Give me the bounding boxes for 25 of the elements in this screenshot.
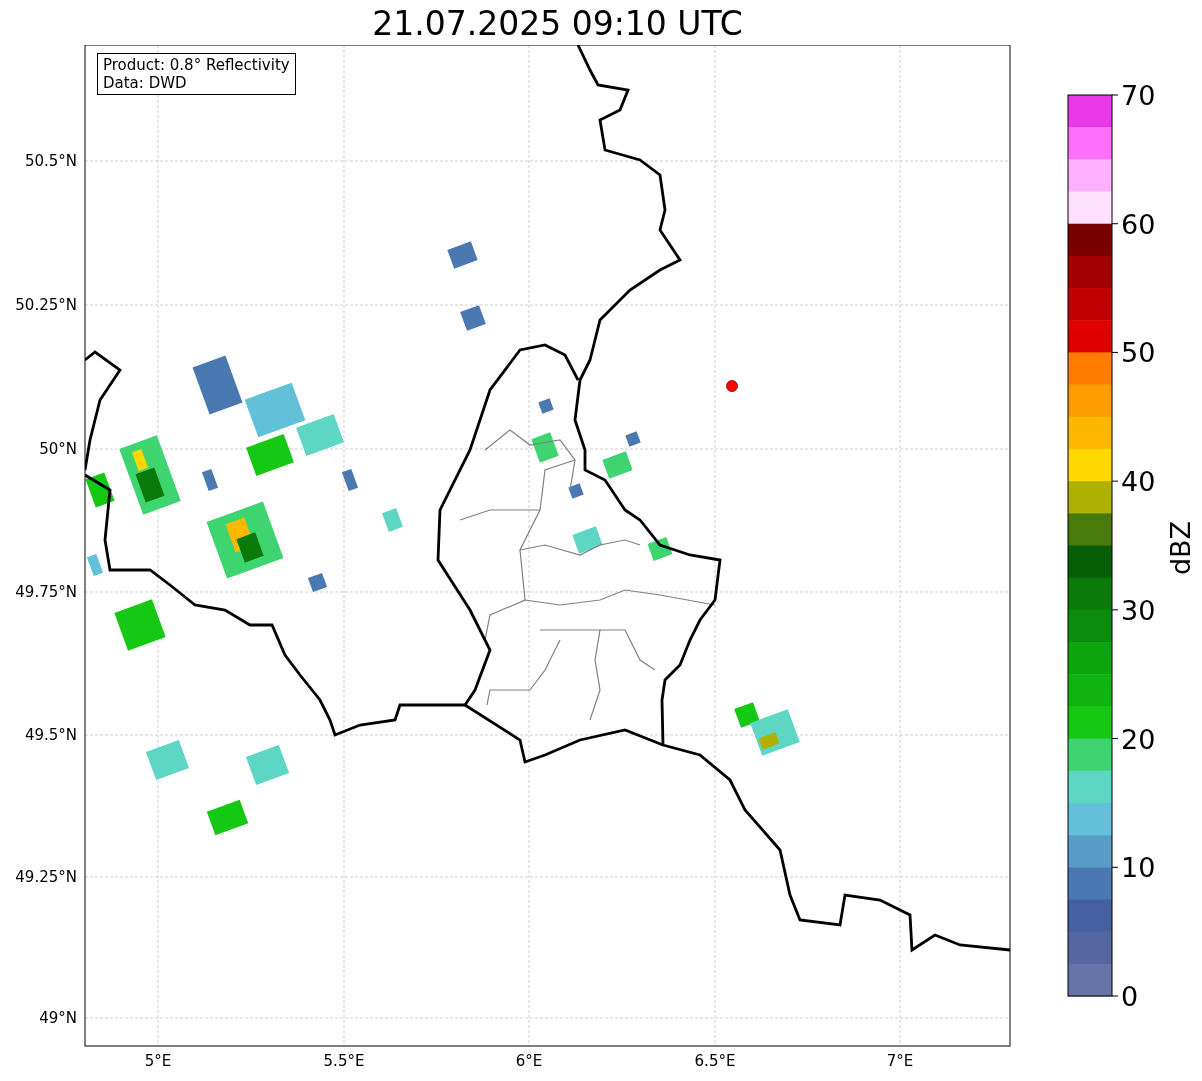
chart-title: 21.07.2025 09:10 UTC [372, 3, 743, 45]
info-text: Product: 0.8° Reflectivity [103, 56, 290, 74]
longitude-label: 6.5°E [694, 1052, 736, 1070]
colorbar-tick-label: 20 [1121, 723, 1156, 755]
colorbar-label: dBZ [1165, 520, 1196, 576]
latitude-label: 49.5°N [24, 726, 77, 744]
colorbar-tick-label: 0 [1121, 981, 1139, 1012]
latitude-label: 50.5°N [24, 152, 77, 170]
latitude-label: 49.25°N [15, 868, 77, 886]
location-marker [726, 380, 738, 392]
colorbar-tick-label: 10 [1121, 852, 1156, 884]
longitude-label: 5.5°E [323, 1052, 365, 1070]
latitude-label: 49.75°N [15, 583, 77, 601]
longitude-label: 5°E [144, 1052, 172, 1070]
colorbar-tick-label: 60 [1121, 208, 1156, 240]
colorbar-tick-label: 40 [1121, 466, 1156, 498]
colorbar-tick-label: 70 [1121, 80, 1156, 111]
longitude-label: 6°E [515, 1052, 543, 1070]
colorbar-tick-label: 50 [1121, 337, 1156, 369]
info-text: Data: DWD [103, 74, 188, 92]
latitude-label: 50°N [39, 440, 77, 458]
latitude-label: 49°N [39, 1009, 77, 1027]
longitude-label: 7°E [886, 1052, 914, 1070]
colorbar-tick-label: 30 [1121, 594, 1156, 626]
latitude-label: 50.25°N [15, 296, 77, 314]
